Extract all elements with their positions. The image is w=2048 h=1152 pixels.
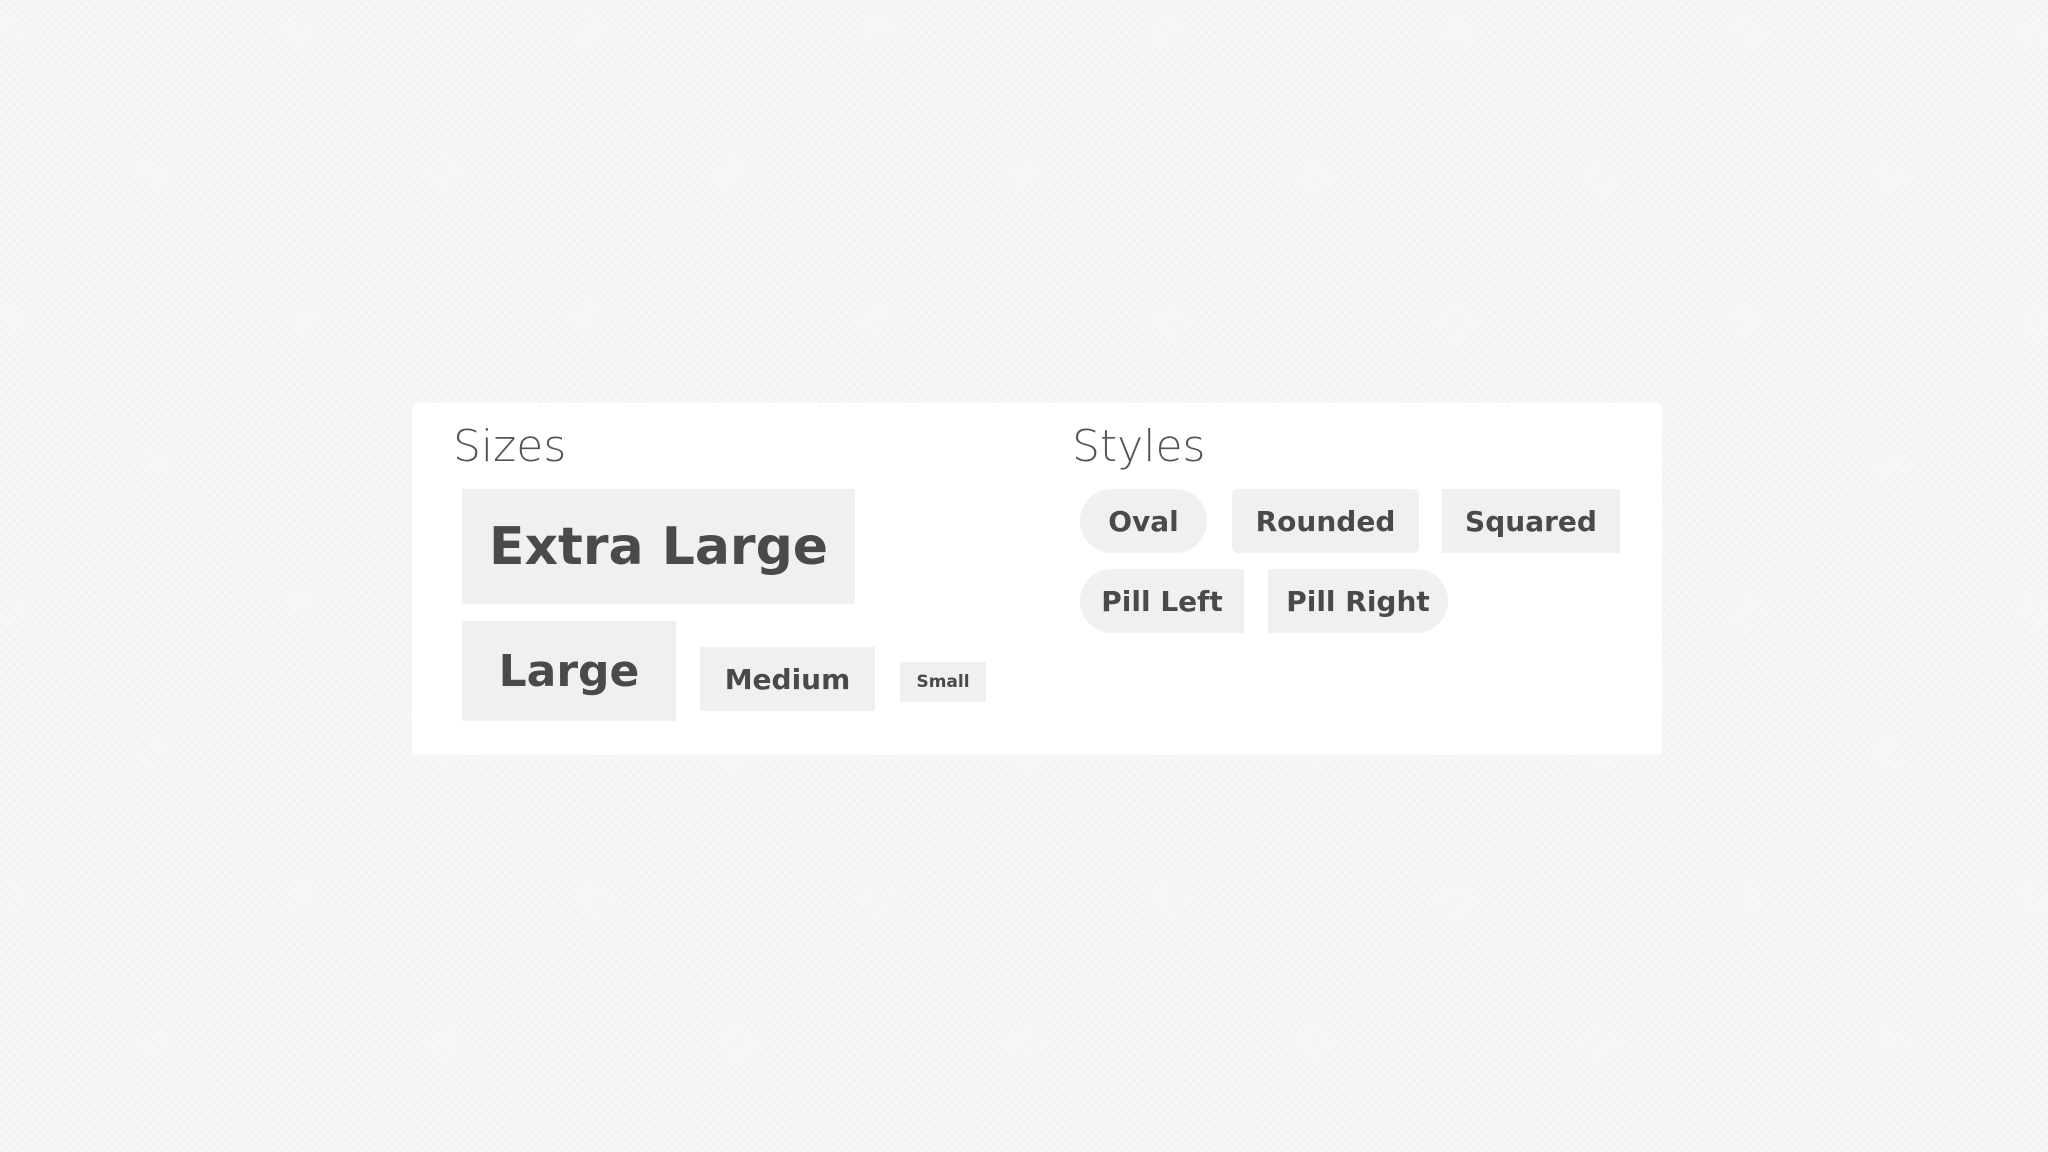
oval-button[interactable]: Oval — [1080, 489, 1207, 553]
sizes-heading: Sizes — [453, 421, 567, 472]
styles-heading: Styles — [1072, 421, 1206, 472]
buttons-panel: Sizes Extra Large Large Medium Small Sty… — [412, 403, 1662, 755]
extra-large-button[interactable]: Extra Large — [462, 489, 855, 604]
large-button[interactable]: Large — [462, 621, 676, 721]
pill-left-button[interactable]: Pill Left — [1080, 569, 1244, 633]
rounded-button[interactable]: Rounded — [1232, 489, 1419, 553]
pill-right-button[interactable]: Pill Right — [1268, 569, 1448, 633]
medium-button[interactable]: Medium — [700, 647, 875, 711]
squared-button[interactable]: Squared — [1442, 489, 1620, 553]
small-button[interactable]: Small — [900, 662, 986, 702]
